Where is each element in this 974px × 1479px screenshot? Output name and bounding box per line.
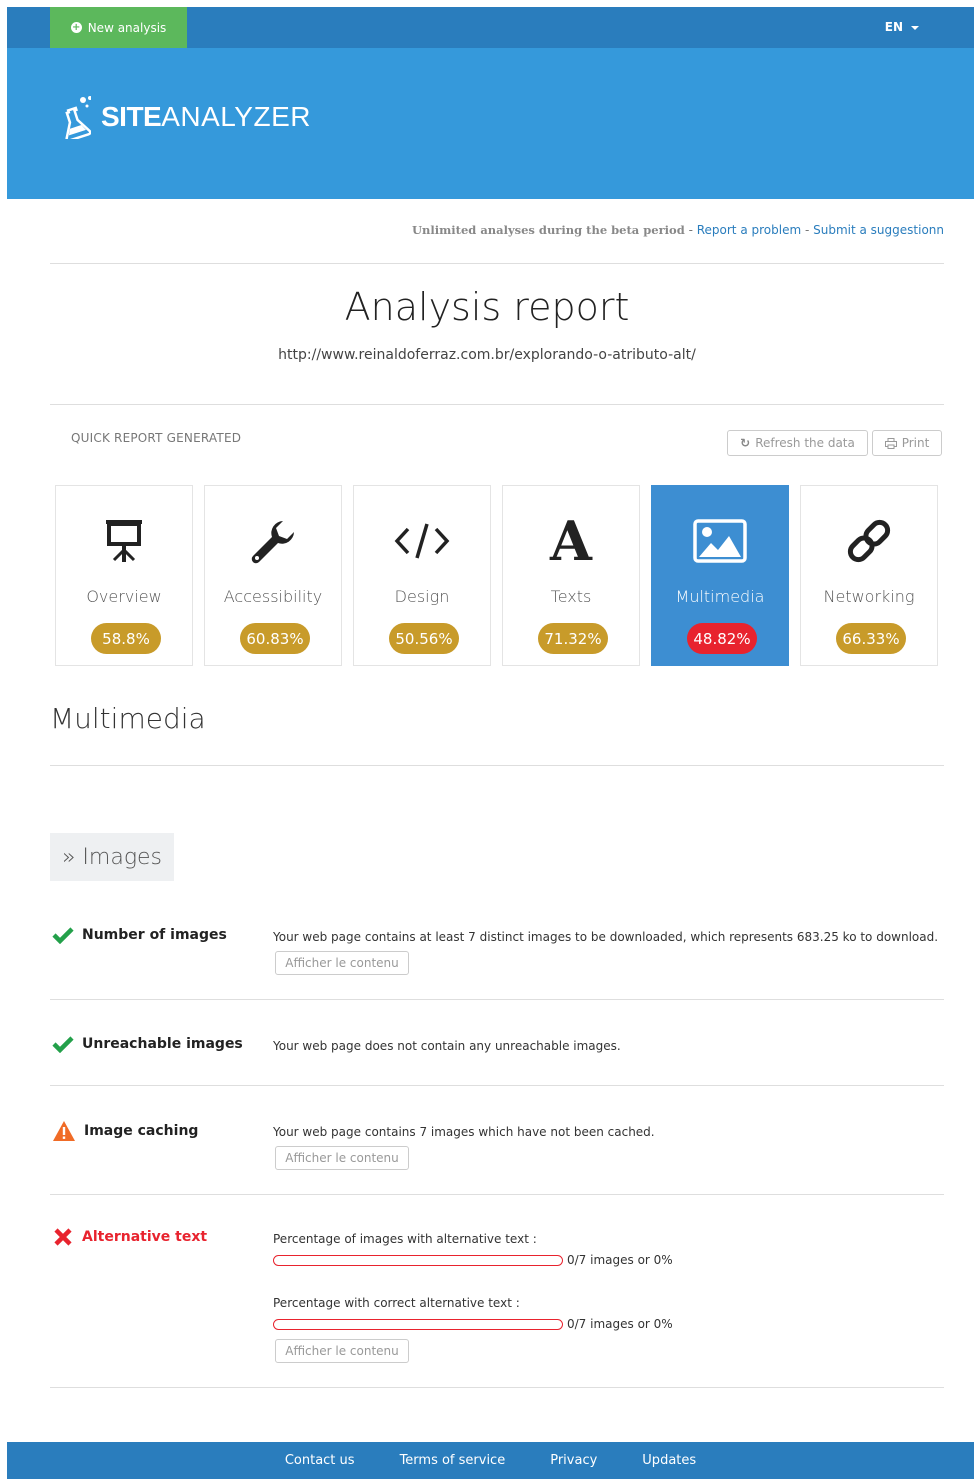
- privacy-link[interactable]: Privacy: [550, 1453, 597, 1468]
- correct-alt-text-progress-bar: [273, 1319, 563, 1330]
- terms-link[interactable]: Terms of service: [400, 1453, 506, 1468]
- beta-text: Unlimited analyses during the beta perio…: [411, 223, 685, 237]
- check-label: Alternative text: [82, 1229, 208, 1245]
- beta-notice: Unlimited analyses during the beta perio…: [412, 223, 944, 237]
- logo-text-light: ANALYZER: [161, 101, 311, 132]
- subsection-header: » Images: [50, 833, 174, 881]
- check-description: Your web page does not contain any unrea…: [273, 1039, 621, 1053]
- correct-alt-text-value: 0/7 images or 0%: [567, 1317, 673, 1331]
- wrench-icon: [251, 521, 294, 564]
- link-icon: [847, 519, 891, 563]
- divider: [50, 765, 944, 766]
- new-analysis-label: New analysis: [87, 20, 167, 35]
- divider: [50, 404, 944, 405]
- refresh-data-button[interactable]: ↻ Refresh the data: [727, 430, 868, 456]
- score-badge: 60.83%: [240, 623, 310, 654]
- footer: Contact us Terms of service Privacy Upda…: [7, 1442, 974, 1479]
- divider: [50, 263, 944, 264]
- refresh-label: Refresh the data: [755, 436, 855, 450]
- card-label: Multimedia: [675, 587, 765, 606]
- caret-down-icon: [911, 25, 919, 30]
- card-networking[interactable]: Networking 66.33%: [800, 485, 938, 666]
- card-label: Texts: [550, 587, 592, 606]
- separator: -: [684, 223, 697, 237]
- alt-text-label: Percentage of images with alternative te…: [273, 1232, 537, 1246]
- alt-text-value: 0/7 images or 0%: [567, 1253, 673, 1267]
- show-content-button[interactable]: Afficher le contenu: [275, 951, 409, 975]
- card-overview[interactable]: Overview 58.8%: [55, 485, 193, 666]
- presentation-icon: [106, 520, 142, 562]
- page-title: Analysis report: [344, 285, 630, 329]
- check-title: Image caching: [52, 1120, 198, 1142]
- score-badge: 58.8%: [91, 623, 161, 654]
- contact-link[interactable]: Contact us: [285, 1453, 355, 1468]
- card-label: Networking: [823, 587, 915, 606]
- check-label: Unreachable images: [82, 1036, 243, 1052]
- print-button[interactable]: Print: [872, 430, 942, 456]
- divider: [50, 1194, 944, 1195]
- check-description: Your web page contains 7 images which ha…: [273, 1125, 655, 1139]
- checkmark-icon: [52, 1036, 74, 1053]
- divider: [50, 999, 944, 1000]
- updates-link[interactable]: Updates: [642, 1453, 696, 1468]
- print-label: Print: [901, 436, 930, 450]
- score-badge: 71.32%: [538, 623, 608, 654]
- error-x-icon: [54, 1228, 72, 1246]
- code-icon: [394, 523, 450, 559]
- submit-suggestion-link[interactable]: Submit a suggestionn: [813, 223, 944, 237]
- score-badge: 66.33%: [836, 623, 906, 654]
- card-accessibility[interactable]: Accessibility 60.83%: [204, 485, 342, 666]
- check-title: Alternative text: [52, 1228, 207, 1246]
- check-label: Image caching: [84, 1123, 199, 1139]
- show-content-button[interactable]: Afficher le contenu: [275, 1339, 409, 1363]
- section-title: Multimedia: [50, 702, 206, 735]
- warning-icon: [53, 1121, 75, 1141]
- report-problem-link[interactable]: Report a problem: [697, 223, 801, 237]
- top-navbar: + New analysis EN: [7, 7, 974, 48]
- language-dropdown[interactable]: EN: [885, 20, 919, 34]
- card-multimedia[interactable]: Multimedia 48.82%: [651, 485, 789, 666]
- plus-circle-icon: +: [70, 22, 82, 33]
- flask-icon: [65, 96, 91, 139]
- printer-icon: [884, 437, 897, 449]
- card-design[interactable]: Design 50.56%: [353, 485, 491, 666]
- site-logo[interactable]: SITE ANALYZER: [59, 95, 311, 139]
- alt-text-progress-bar: [273, 1255, 563, 1266]
- image-icon: [693, 519, 747, 563]
- header-banner: SITE ANALYZER: [7, 48, 974, 199]
- check-title: Unreachable images: [52, 1035, 243, 1053]
- check-description: Your web page contains at least 7 distin…: [273, 930, 939, 944]
- logo-text-bold: SITE: [101, 101, 162, 132]
- refresh-icon: ↻: [740, 436, 751, 450]
- new-analysis-button[interactable]: + New analysis: [50, 7, 187, 48]
- score-badge: 50.56%: [389, 623, 459, 654]
- check-title: Number of images: [52, 926, 227, 944]
- card-label: Overview: [86, 587, 162, 606]
- check-label: Number of images: [82, 927, 227, 943]
- divider: [50, 1085, 944, 1086]
- separator: -: [801, 223, 814, 237]
- show-content-button[interactable]: Afficher le contenu: [275, 1146, 409, 1170]
- language-label: EN: [884, 20, 903, 34]
- card-label: Design: [394, 587, 450, 606]
- analyzed-url: http://www.reinaldoferraz.com.br/explora…: [278, 347, 696, 363]
- divider: [50, 1387, 944, 1388]
- quick-report-label: QUICK REPORT GENERATED: [71, 431, 242, 445]
- score-badge: 48.82%: [687, 623, 757, 654]
- font-icon: A: [550, 509, 592, 573]
- checkmark-icon: [52, 927, 74, 944]
- correct-alt-text-label: Percentage with correct alternative text…: [273, 1296, 520, 1310]
- card-label: Accessibility: [223, 587, 323, 606]
- card-texts[interactable]: A Texts 71.32%: [502, 485, 640, 666]
